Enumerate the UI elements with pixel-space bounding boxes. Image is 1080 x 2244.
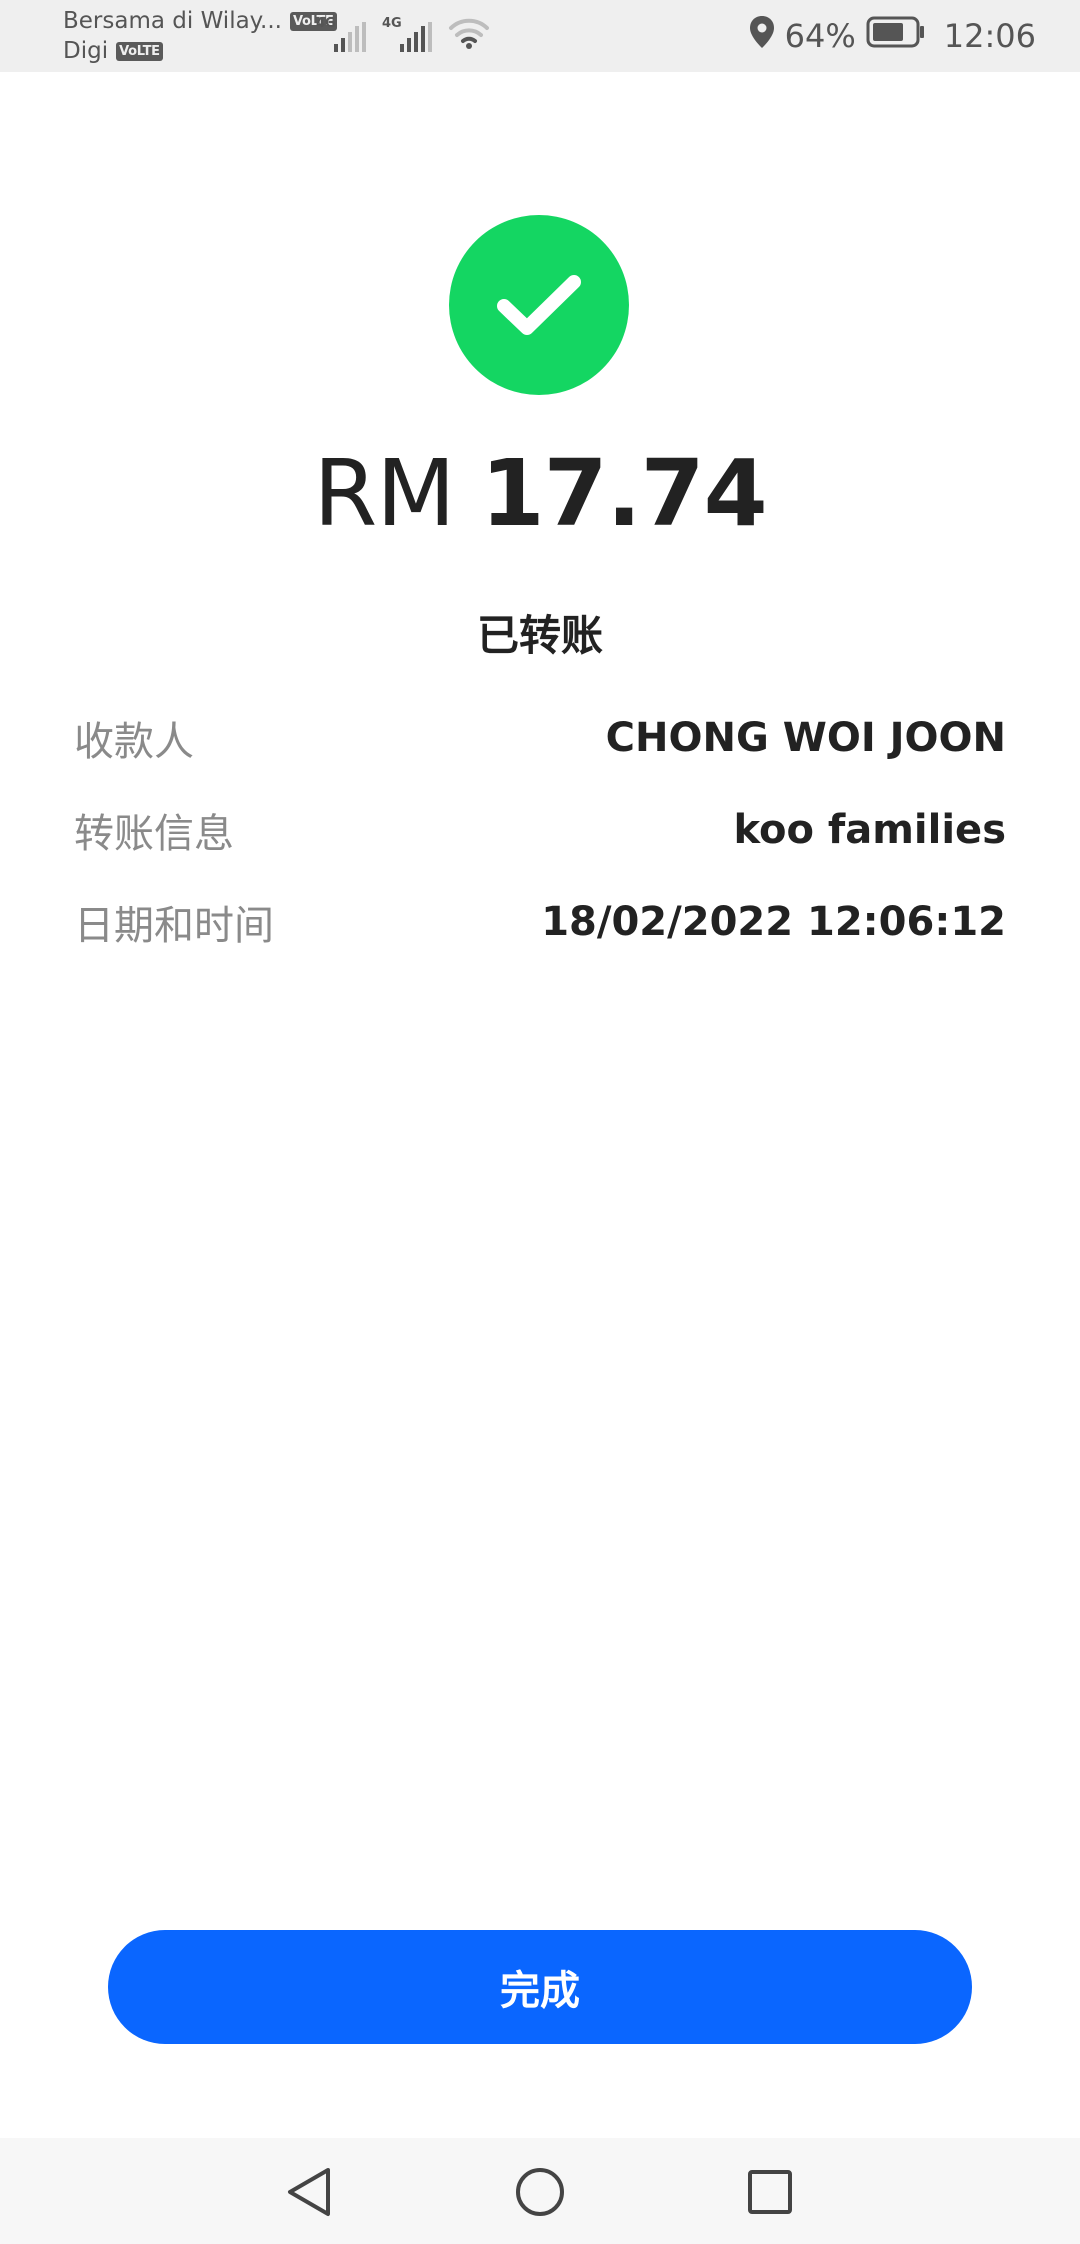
location-icon	[749, 15, 775, 57]
status-bar: Bersama di Wilay... VoLTE Digi VoLTE 4G	[0, 0, 1080, 72]
signal-icon: 4G	[316, 16, 368, 52]
signal-icon: 4G	[382, 16, 434, 52]
wifi-icon	[448, 16, 490, 52]
detail-row-datetime: 日期和时间 18/02/2022 12:06:12	[74, 892, 1006, 952]
detail-label: 转账信息	[74, 811, 234, 857]
success-badge	[449, 215, 629, 395]
detail-row-recipient: 收款人 CHONG WOI JOON	[74, 708, 1006, 768]
network-type-label: 4G	[382, 16, 402, 31]
battery-icon	[866, 16, 926, 56]
amount-value: 17.74	[480, 440, 768, 547]
status-right-group: 64% 12:06	[749, 14, 1036, 58]
done-button[interactable]: 完成	[108, 1930, 972, 2044]
recents-icon[interactable]	[742, 2164, 798, 2220]
detail-value: koo families	[733, 807, 1006, 853]
detail-value: CHONG WOI JOON	[605, 715, 1006, 761]
volte-badge: VoLTE	[116, 41, 163, 61]
navigation-bar	[0, 2138, 1080, 2244]
detail-label: 收款人	[74, 719, 194, 765]
transfer-success-screen: Bersama di Wilay... VoLTE Digi VoLTE 4G	[0, 0, 1080, 2244]
home-icon[interactable]	[512, 2164, 568, 2220]
detail-label: 日期和时间	[74, 903, 274, 949]
carrier-info: Bersama di Wilay... VoLTE Digi VoLTE	[63, 6, 337, 66]
checkmark-icon	[497, 275, 581, 335]
transfer-status: 已转账	[476, 611, 603, 660]
network-type-label: 4G	[316, 16, 336, 31]
detail-value: 18/02/2022 12:06:12	[541, 899, 1006, 945]
battery-percent: 64%	[784, 17, 856, 55]
signal-indicators: 4G 4G	[316, 16, 490, 52]
detail-row-message: 转账信息 koo families	[74, 800, 1006, 860]
transfer-amount: RM 17.74	[0, 440, 1080, 547]
carrier-name-secondary: Digi	[63, 38, 109, 64]
currency-label: RM	[313, 440, 455, 547]
carrier-name-primary: Bersama di Wilay...	[63, 8, 282, 34]
back-icon[interactable]	[281, 2164, 337, 2220]
status-time: 12:06	[943, 17, 1036, 55]
